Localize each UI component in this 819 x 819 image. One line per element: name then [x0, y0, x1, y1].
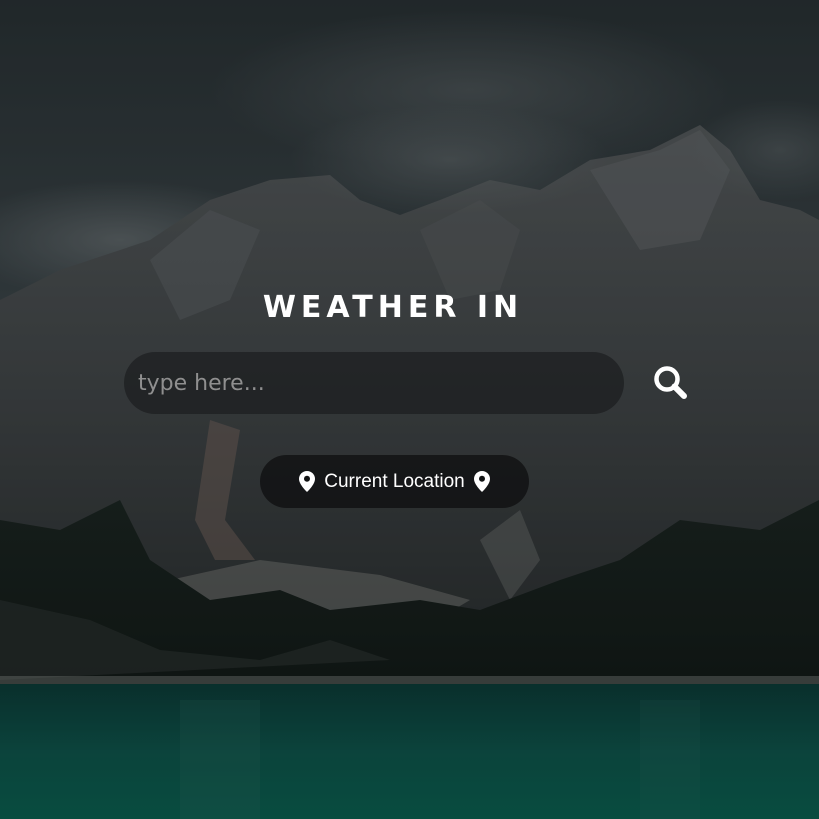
- map-pin-icon: [299, 471, 316, 492]
- page-title: WEATHER IN: [262, 290, 524, 325]
- map-pin-icon: [473, 471, 490, 492]
- search-icon: [654, 366, 687, 399]
- current-location-button[interactable]: Current Location: [260, 455, 529, 508]
- current-location-label: Current Location: [324, 470, 465, 492]
- weather-app: WEATHER IN Current Location: [0, 0, 819, 819]
- search-button[interactable]: [648, 360, 694, 406]
- search-input[interactable]: [124, 352, 624, 414]
- search-panel: WEATHER IN Current Location: [0, 0, 819, 819]
